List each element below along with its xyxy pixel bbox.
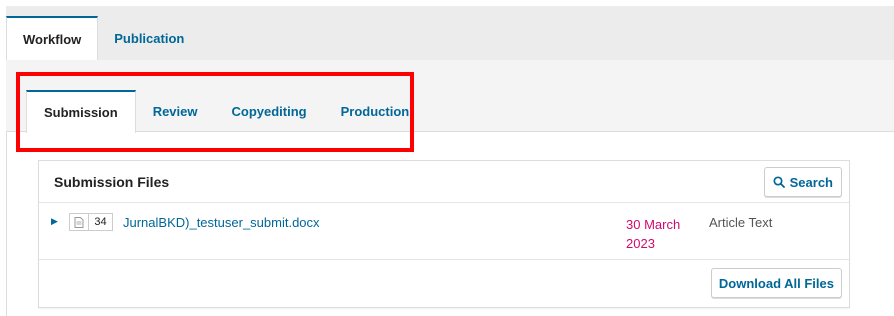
triangle-right-icon[interactable]: ▶ (51, 216, 58, 227)
tab-copyediting[interactable]: Copyediting (215, 90, 324, 132)
file-row: ▶ 34 JurnalBKD)_testuser_submit.docx 30 … (39, 203, 849, 260)
file-genre: Article Text (709, 215, 773, 230)
tab-production[interactable]: Production (324, 90, 427, 132)
file-id: 34 (89, 213, 113, 231)
top-tabs: Workflow Publication (6, 16, 200, 60)
search-button[interactable]: Search (763, 167, 842, 197)
tab-workflow[interactable]: Workflow (6, 16, 99, 60)
file-date-line1: 30 March (626, 217, 681, 232)
tab-publication[interactable]: Publication (98, 16, 200, 60)
download-all-button[interactable]: Download All Files (710, 268, 842, 298)
files-header: Submission Files Search (39, 161, 849, 203)
files-title: Submission Files (54, 174, 170, 190)
file-date: 30 March 2023 (626, 215, 686, 253)
file-date-line2: 2023 (626, 236, 655, 251)
tab-submission[interactable]: Submission (26, 90, 136, 133)
search-icon (773, 176, 785, 188)
tab-review[interactable]: Review (136, 90, 215, 132)
search-button-label: Search (789, 174, 833, 190)
stage-tabs: Submission Review Copyediting Production (26, 90, 427, 133)
submission-files-panel: Submission Files Search ▶ 34 JurnalBKD)_… (38, 160, 850, 308)
document-icon (69, 213, 89, 231)
file-name-link[interactable]: JurnalBKD)_testuser_submit.docx (123, 215, 320, 230)
